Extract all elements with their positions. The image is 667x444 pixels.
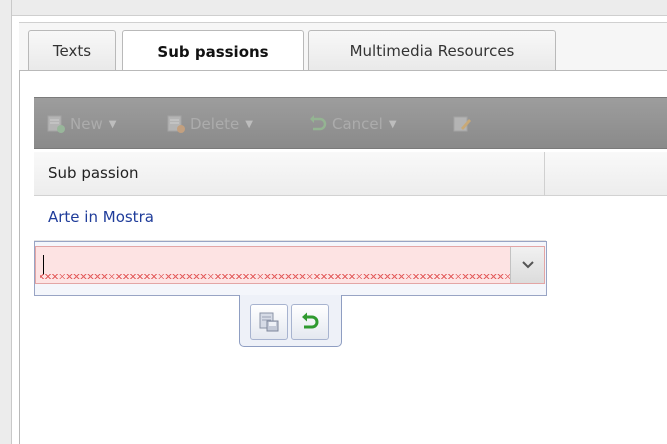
tab-multimedia-resources[interactable]: Multimedia Resources	[308, 30, 556, 71]
tab-texts[interactable]: Texts	[28, 30, 116, 71]
edit-button[interactable]	[452, 112, 476, 136]
grid-toolbar: New ▼ Delete ▼ Cancel ▼	[34, 97, 667, 149]
invalid-underline	[40, 274, 512, 279]
delete-record-icon	[167, 115, 185, 133]
undo-icon	[310, 115, 327, 131]
cancel-dropdown-arrow-icon[interactable]: ▼	[389, 119, 397, 130]
column-header-sub-passion[interactable]: Sub passion	[48, 164, 139, 182]
sub-passion-combobox[interactable]	[35, 246, 545, 284]
delete-button-label: Delete	[190, 115, 240, 133]
grid-row-cell[interactable]: Arte in Mostra	[48, 208, 154, 226]
new-button-label: New	[70, 115, 103, 133]
cancel-button-label: Cancel	[332, 115, 383, 133]
column-separator	[544, 152, 545, 196]
new-button[interactable]: New ▼	[46, 112, 116, 136]
delete-dropdown-arrow-icon[interactable]: ▼	[245, 119, 253, 130]
window-frame-top	[0, 0, 667, 16]
cancel-button[interactable]: Cancel ▼	[308, 112, 397, 136]
edit-icon	[453, 116, 471, 132]
new-record-icon	[47, 115, 65, 133]
combo-trigger-button[interactable]	[510, 247, 544, 283]
undo-icon	[302, 312, 319, 329]
delete-button[interactable]: Delete ▼	[166, 112, 253, 136]
new-dropdown-arrow-icon[interactable]: ▼	[109, 119, 117, 130]
tab-sub-passions[interactable]: Sub passions	[122, 30, 304, 72]
save-button[interactable]	[250, 304, 288, 340]
window-frame-left	[0, 0, 12, 444]
save-icon	[259, 312, 279, 332]
text-caret	[43, 255, 44, 275]
chevron-down-icon	[521, 261, 534, 269]
cancel-edit-button[interactable]	[291, 304, 329, 340]
